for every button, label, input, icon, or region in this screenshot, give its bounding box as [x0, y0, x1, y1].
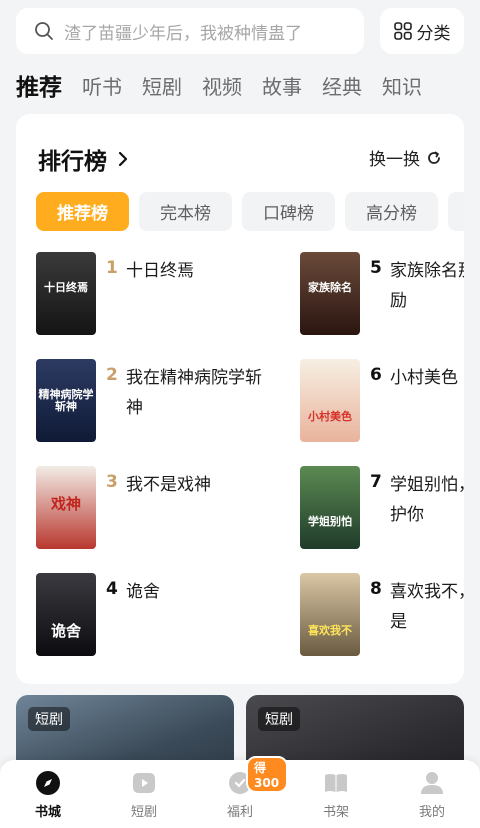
- book-title: 小村美色: [390, 368, 458, 388]
- book-cover: 学姐别怕: [300, 466, 360, 549]
- top-bar: 渣了苗疆少年后，我被种情蛊了 分类: [16, 8, 464, 54]
- nav-label: 短剧: [130, 804, 157, 820]
- book-cover: 诡舍: [36, 573, 96, 656]
- cover-title: 戏神: [50, 495, 81, 513]
- book-item[interactable]: 戏神 3 我不是戏神: [36, 466, 266, 550]
- category-label: 分类: [416, 23, 451, 44]
- chevron-right-icon: [118, 151, 128, 167]
- cover-title: 学姐别怕: [308, 515, 352, 528]
- rank-number: 8: [370, 579, 382, 599]
- nav-profile[interactable]: 我的: [384, 760, 480, 828]
- ranking-header: 排行榜 换一换: [38, 142, 442, 176]
- book-cover: 小村美色: [300, 359, 360, 442]
- rank-number: 4: [106, 579, 118, 599]
- play-icon: [133, 772, 155, 793]
- cover-title: 喜欢我不: [308, 624, 352, 637]
- book-cover: 家族除名: [300, 252, 360, 335]
- book-title: 家族除名那天，奖励: [390, 261, 464, 311]
- tab-knowledge[interactable]: 知识: [382, 71, 422, 100]
- refresh-button[interactable]: 换一换: [369, 145, 442, 170]
- welfare-badge: 得300: [246, 756, 288, 793]
- short-drama-tag: 短剧: [258, 707, 300, 731]
- book-title: 十日终焉: [126, 261, 194, 281]
- grid-icon: [393, 22, 412, 40]
- rank-number: 1: [106, 258, 118, 278]
- channel-tabs: 推荐 听书 短剧 视频 故事 经典 知识: [16, 68, 480, 102]
- cover-title: 十日终焉: [44, 281, 88, 294]
- nav-short-drama[interactable]: 短剧: [96, 760, 192, 828]
- compass-icon: [36, 770, 60, 795]
- search-bar[interactable]: 渣了苗疆少年后，我被种情蛊了: [16, 8, 364, 54]
- ranking-chips: 推荐榜 完本榜 口碑榜 高分榜: [36, 192, 464, 232]
- nav-label: 书架: [322, 804, 349, 820]
- search-placeholder: 渣了苗疆少年后，我被种情蛊了: [64, 23, 302, 44]
- book-item[interactable]: 小村美色 6 小村美色: [300, 359, 464, 443]
- tab-classic[interactable]: 经典: [322, 71, 362, 100]
- cover-title: 精神病院学斩神: [38, 388, 94, 414]
- chip-more[interactable]: [448, 192, 464, 231]
- book-title: 喜欢我不，得亏我是: [390, 582, 464, 632]
- refresh-icon: [428, 151, 440, 164]
- nav-bookshelf[interactable]: 书架: [288, 760, 384, 828]
- cover-title: 小村美色: [308, 410, 352, 423]
- book-item[interactable]: 家族除名 5 家族除名那天，奖励: [300, 252, 464, 336]
- tab-audiobook[interactable]: 听书: [82, 71, 122, 100]
- book-item[interactable]: 学姐别怕 7 学姐别怕，我来保护你: [300, 466, 464, 550]
- rank-number: 3: [106, 472, 118, 492]
- book-item[interactable]: 精神病院学斩神 2 我在精神病院学斩神: [36, 359, 266, 443]
- tab-short-drama[interactable]: 短剧: [142, 71, 182, 100]
- refresh-label: 换一换: [369, 150, 420, 170]
- nav-label: 福利: [226, 804, 253, 820]
- book-title: 学姐别怕，我来保护你: [390, 475, 464, 525]
- book-item[interactable]: 诡舍 4 诡舍: [36, 573, 266, 657]
- book-cover: 喜欢我不: [300, 573, 360, 656]
- book-cover: 戏神: [36, 466, 96, 549]
- tab-video[interactable]: 视频: [202, 71, 242, 100]
- short-drama-tag: 短剧: [28, 707, 70, 731]
- search-icon: [35, 22, 53, 40]
- chip-completed-rank[interactable]: 完本榜: [139, 192, 232, 231]
- rank-number: 7: [370, 472, 382, 492]
- nav-bookstore[interactable]: 书城: [0, 760, 96, 828]
- book-cover: 精神病院学斩神: [36, 359, 96, 442]
- bookshelf-icon: [325, 773, 347, 792]
- book-title: 我在精神病院学斩神: [126, 368, 262, 418]
- cover-title: 诡舍: [50, 622, 81, 640]
- chip-reputation-rank[interactable]: 口碑榜: [242, 192, 335, 231]
- bottom-nav: 书城 短剧 得300 福利 书架 我的: [0, 756, 480, 828]
- chip-recommend-rank[interactable]: 推荐榜: [36, 192, 129, 231]
- book-item[interactable]: 十日终焉 1 十日终焉: [36, 252, 266, 336]
- book-item[interactable]: 喜欢我不 8 喜欢我不，得亏我是: [300, 573, 464, 657]
- tab-recommend[interactable]: 推荐: [16, 68, 62, 102]
- nav-label: 我的: [418, 804, 445, 820]
- category-button[interactable]: 分类: [380, 8, 464, 54]
- book-title: 我不是戏神: [126, 475, 211, 495]
- book-cover: 十日终焉: [36, 252, 96, 335]
- tab-story[interactable]: 故事: [262, 71, 302, 100]
- cover-title: 家族除名: [308, 281, 352, 294]
- ranking-title-link[interactable]: 排行榜: [38, 142, 129, 176]
- rank-number: 2: [106, 365, 118, 385]
- nav-welfare[interactable]: 得300 福利: [192, 756, 288, 828]
- nav-label: 书城: [34, 804, 61, 820]
- rank-number: 5: [370, 258, 382, 278]
- ranking-card: 排行榜 换一换 推荐榜 完本榜 口碑榜 高分榜 十日终焉 1 十日终焉 精神病院…: [16, 114, 464, 684]
- chip-high-score-rank[interactable]: 高分榜: [345, 192, 438, 231]
- profile-icon: [421, 771, 443, 794]
- book-title: 诡舍: [126, 582, 160, 602]
- rank-number: 6: [370, 365, 382, 385]
- ranking-title: 排行榜: [38, 149, 107, 175]
